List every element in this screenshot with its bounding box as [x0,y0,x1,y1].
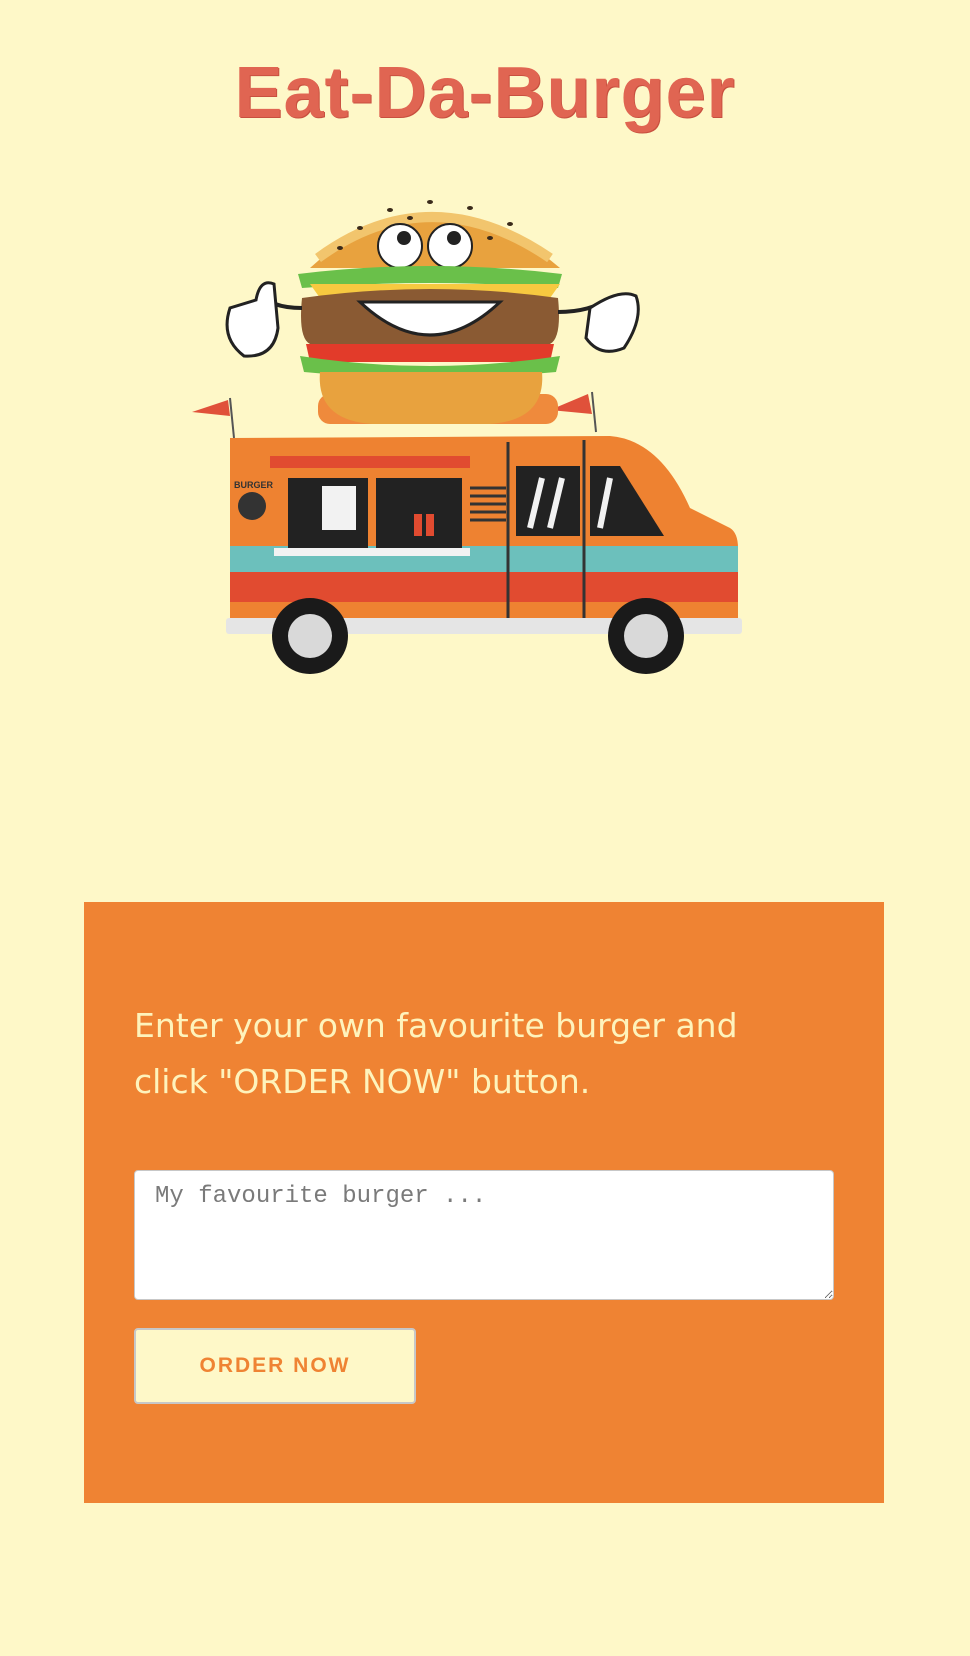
order-instructions: Enter your own favourite burger and clic… [134,1006,738,1101]
hero-image: BURGER [190,188,780,718]
burger-truck-illustration: BURGER [192,200,742,674]
truck-sign: BURGER [234,480,274,490]
page: Eat-Da-Burger BURGER Enter your own favo… [0,0,970,1656]
burger-name-input[interactable] [134,1170,834,1300]
order-panel: Enter your own favourite burger and clic… [84,902,884,1503]
order-now-button[interactable]: ORDER NOW [134,1328,416,1404]
site-title: Eat-Da-Burger [234,53,736,133]
